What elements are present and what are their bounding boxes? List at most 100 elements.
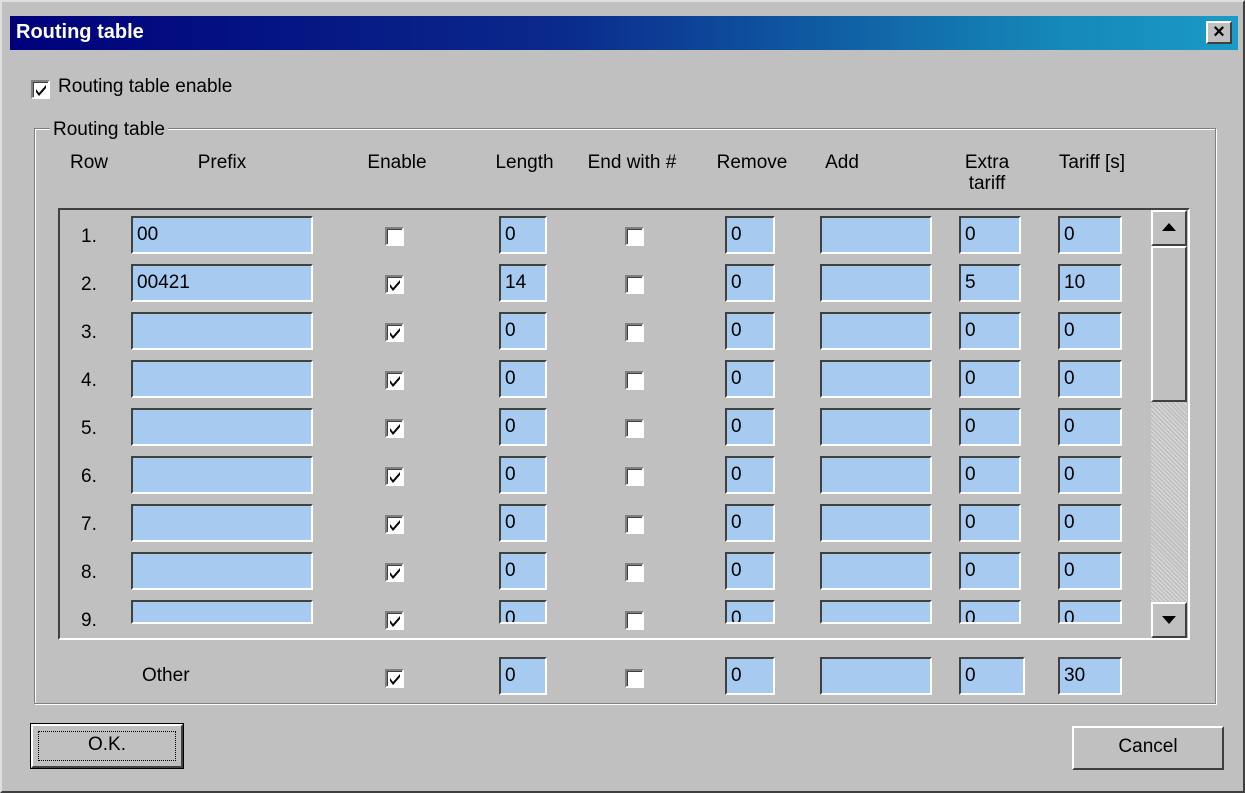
other-length-field[interactable]: 0: [499, 657, 547, 695]
end-with-hash-checkbox[interactable]: [625, 227, 644, 246]
add-field[interactable]: [820, 312, 932, 350]
title-bar: Routing table ×: [10, 16, 1238, 50]
enable-checkbox[interactable]: [385, 419, 404, 438]
tariff-field[interactable]: 0: [1058, 456, 1122, 494]
other-end-with-hash-checkbox[interactable]: [625, 669, 644, 688]
remove-field[interactable]: 0: [725, 408, 775, 446]
remove-field[interactable]: 0: [725, 600, 775, 624]
enable-checkbox[interactable]: [385, 563, 404, 582]
enable-checkbox[interactable]: [385, 467, 404, 486]
other-remove-field[interactable]: 0: [725, 657, 775, 695]
enable-checkbox[interactable]: [385, 371, 404, 390]
remove-field[interactable]: 0: [725, 360, 775, 398]
add-field[interactable]: [820, 360, 932, 398]
prefix-field[interactable]: [131, 600, 313, 624]
other-add-field[interactable]: [820, 657, 932, 695]
add-field[interactable]: [820, 600, 932, 624]
enable-checkbox[interactable]: [385, 611, 404, 630]
enable-checkbox[interactable]: [385, 323, 404, 342]
ok-button[interactable]: O.K.: [30, 723, 184, 769]
header-length: Length: [495, 152, 554, 173]
routing-table-enable-checkbox[interactable]: [31, 80, 50, 99]
end-with-hash-checkbox[interactable]: [625, 467, 644, 486]
routing-table-dialog: Routing table × Routing table enable Rou…: [0, 0, 1245, 793]
prefix-field[interactable]: [131, 504, 313, 542]
enable-checkbox[interactable]: [385, 515, 404, 534]
length-field[interactable]: 14: [499, 264, 547, 302]
extra-tariff-field[interactable]: 0: [959, 552, 1021, 590]
add-field[interactable]: [820, 504, 932, 542]
extra-tariff-field[interactable]: 0: [959, 504, 1021, 542]
extra-tariff-field[interactable]: 0: [959, 216, 1021, 254]
extra-tariff-field[interactable]: 0: [959, 312, 1021, 350]
other-extra-tariff-field[interactable]: 0: [959, 657, 1025, 695]
header-add: Add: [825, 152, 859, 173]
extra-tariff-field[interactable]: 0: [959, 456, 1021, 494]
enable-checkbox[interactable]: [385, 275, 404, 294]
tariff-field[interactable]: 0: [1058, 408, 1122, 446]
remove-field[interactable]: 0: [725, 504, 775, 542]
end-with-hash-checkbox[interactable]: [625, 419, 644, 438]
cancel-button[interactable]: Cancel: [1072, 726, 1224, 770]
checkmark-icon: [390, 674, 400, 685]
prefix-field[interactable]: [131, 312, 313, 350]
extra-tariff-field[interactable]: 0: [959, 600, 1021, 624]
add-field[interactable]: [820, 456, 932, 494]
enable-checkbox[interactable]: [385, 227, 404, 246]
end-with-hash-checkbox[interactable]: [625, 563, 644, 582]
end-with-hash-checkbox[interactable]: [625, 275, 644, 294]
remove-field[interactable]: 0: [725, 456, 775, 494]
tariff-field[interactable]: 0: [1058, 312, 1122, 350]
tariff-field[interactable]: 0: [1058, 600, 1122, 624]
tariff-field[interactable]: 0: [1058, 552, 1122, 590]
other-tariff-field[interactable]: 30: [1058, 657, 1122, 695]
prefix-field[interactable]: [131, 360, 313, 398]
remove-field[interactable]: 0: [725, 216, 775, 254]
end-with-hash-checkbox[interactable]: [625, 611, 644, 630]
remove-field[interactable]: 0: [725, 264, 775, 302]
checkmark-icon: [36, 85, 46, 96]
other-enable-checkbox[interactable]: [385, 669, 404, 688]
length-field[interactable]: 0: [499, 408, 547, 446]
extra-tariff-field[interactable]: 0: [959, 360, 1021, 398]
tariff-field[interactable]: 0: [1058, 360, 1122, 398]
scroll-down-button[interactable]: [1151, 602, 1187, 638]
row-number: 6.: [81, 466, 97, 487]
header-enable: Enable: [367, 152, 427, 173]
end-with-hash-checkbox[interactable]: [625, 371, 644, 390]
header-tariff: Tariff [s]: [1058, 152, 1126, 173]
length-field[interactable]: 0: [499, 216, 547, 254]
length-field[interactable]: 0: [499, 456, 547, 494]
scroll-thumb[interactable]: [1151, 246, 1187, 402]
prefix-field[interactable]: [131, 456, 313, 494]
header-end-with-hash: End with #: [587, 152, 677, 173]
row-number: 7.: [81, 514, 97, 535]
prefix-field[interactable]: 00: [131, 216, 313, 254]
add-field[interactable]: [820, 408, 932, 446]
length-field[interactable]: 0: [499, 360, 547, 398]
length-field[interactable]: 0: [499, 504, 547, 542]
tariff-field[interactable]: 0: [1058, 504, 1122, 542]
add-field[interactable]: [820, 216, 932, 254]
scroll-up-button[interactable]: [1151, 210, 1187, 246]
extra-tariff-field[interactable]: 5: [959, 264, 1021, 302]
tariff-field[interactable]: 0: [1058, 216, 1122, 254]
remove-field[interactable]: 0: [725, 312, 775, 350]
extra-tariff-field[interactable]: 0: [959, 408, 1021, 446]
add-field[interactable]: [820, 552, 932, 590]
tariff-field[interactable]: 10: [1058, 264, 1122, 302]
close-button[interactable]: ×: [1206, 21, 1232, 44]
header-remove: Remove: [716, 152, 788, 173]
prefix-field[interactable]: [131, 408, 313, 446]
length-field[interactable]: 0: [499, 600, 547, 624]
end-with-hash-checkbox[interactable]: [625, 515, 644, 534]
add-field[interactable]: [820, 264, 932, 302]
length-field[interactable]: 0: [499, 312, 547, 350]
prefix-field[interactable]: 00421: [131, 264, 313, 302]
end-with-hash-checkbox[interactable]: [625, 323, 644, 342]
prefix-field[interactable]: [131, 552, 313, 590]
remove-field[interactable]: 0: [725, 552, 775, 590]
length-field[interactable]: 0: [499, 552, 547, 590]
checkmark-icon: [390, 616, 400, 627]
vertical-scrollbar[interactable]: [1151, 210, 1187, 638]
